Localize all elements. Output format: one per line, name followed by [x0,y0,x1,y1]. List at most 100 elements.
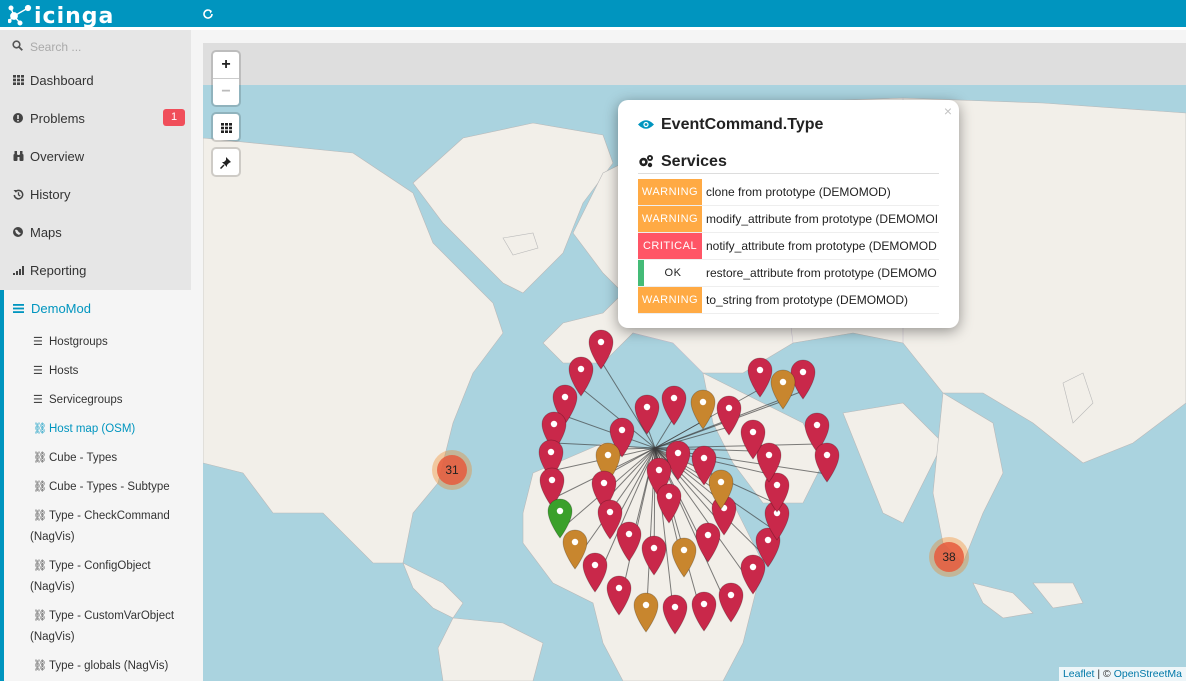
marker-cluster[interactable]: 31 [432,450,472,490]
sidebar-item-label: DemoMod [31,300,91,316]
sidebar-subitem-hosts[interactable]: ☰ Hosts [33,361,188,382]
sidebar-search [12,38,182,56]
map-marker-critical[interactable] [582,552,608,593]
service-row[interactable]: WARNING modify_attribute from prototype … [638,206,939,233]
top-bar: icinga [0,0,1186,30]
service-row[interactable]: WARNING clone from prototype (DEMOMOD) [638,179,939,206]
sidebar-subitem-type-globals[interactable]: ⛓ Type - globals (NagVis) [30,656,185,677]
map-marker-critical[interactable] [588,329,614,370]
map-marker-critical[interactable] [814,442,840,483]
sidebar-item-label: Problems [30,110,85,126]
cubes-icon: ⛓ [33,610,47,622]
map-marker-critical[interactable] [747,357,773,398]
service-name-link[interactable]: clone from prototype (DEMOMOD) [702,185,891,199]
zoom-out-button[interactable]: − [213,78,239,104]
logo-text: icinga [34,3,115,29]
state-badge-warning: WARNING [638,206,702,232]
sidebar-subitem-host-map[interactable]: ⛓ Host map (OSM) [33,419,188,440]
list-icon: ☰ [33,394,43,406]
map-attribution: Leaflet | © OpenStreetMa [1058,667,1186,681]
close-icon[interactable]: × [944,103,952,119]
cubes-icon: ⛓ [33,481,47,493]
menu-icon [13,301,31,316]
cubes-icon: ⛓ [33,452,47,464]
popup-services-heading: Services [638,153,727,171]
sidebar-subitem-hostgroups[interactable]: ☰ Hostgroups [33,332,188,353]
map-marker-critical[interactable] [740,554,766,595]
osm-link[interactable]: OpenStreetMa [1114,668,1182,680]
gears-icon [638,154,654,171]
bar-chart-icon [13,265,30,275]
sidebar-subitem-cube-types[interactable]: ⛓ Cube - Types [33,448,188,469]
cubes-icon: ⛓ [33,560,47,572]
sidebar-item-label: Maps [30,224,62,240]
sidebar-item-history[interactable]: History [13,184,185,204]
sidebar-item-label: Reporting [30,262,87,278]
map-marker-critical[interactable] [656,483,682,524]
pin-button[interactable] [213,149,239,175]
sidebar-item-label: History [30,186,71,202]
state-badge-critical: CRITICAL [638,233,702,259]
sidebar-item-overview[interactable]: Overview [13,146,185,166]
map-marker-warning[interactable] [671,537,697,578]
sidebar-subitem-type-customvarobject[interactable]: ⛓ Type - CustomVarObject (NagVis) [30,606,185,648]
services-list: WARNING clone from prototype (DEMOMOD) W… [638,179,939,314]
history-icon [13,189,30,200]
eye-icon [638,117,654,133]
map-marker-warning[interactable] [690,389,716,430]
service-name-link[interactable]: restore_attribute from prototype (DEMOMO [702,266,937,280]
popup-host-title[interactable]: EventCommand.Type [638,116,823,134]
search-input[interactable] [30,40,180,54]
grid-toggle-button[interactable] [213,114,239,140]
sidebar-subitem-type-checkcommand[interactable]: ⛓ Type - CheckCommand (NagVis) [30,506,185,548]
sidebar-item-reporting[interactable]: Reporting [13,260,185,280]
problems-count-badge: 1 [163,109,185,126]
cubes-icon: ⛓ [33,510,47,522]
service-row[interactable]: WARNING to_string from prototype (DEMOMO… [638,287,939,314]
map-marker-critical[interactable] [616,521,642,562]
list-icon: ☰ [33,365,43,377]
map-marker-critical[interactable] [662,594,688,635]
binoculars-icon [13,151,30,161]
sidebar-subitem-type-configobject[interactable]: ⛓ Type - ConfigObject (NagVis) [30,556,185,598]
map-marker-critical[interactable] [606,575,632,616]
service-row[interactable]: OK restore_attribute from prototype (DEM… [638,260,939,287]
map-marker-critical[interactable] [718,582,744,623]
sidebar-item-dashboard[interactable]: Dashboard [13,70,185,90]
sidebar-item-problems[interactable]: Problems 1 [13,108,185,128]
thumbtack-icon [219,156,231,169]
reload-icon[interactable] [202,8,216,22]
list-icon: ☰ [33,336,43,348]
divider [638,173,939,174]
sidebar-item-demomod[interactable]: DemoMod [13,298,91,318]
sidebar-subitem-cube-types-subtype[interactable]: ⛓ Cube - Types - Subtype [33,477,188,498]
leaflet-link[interactable]: Leaflet [1063,668,1095,680]
zoom-in-button[interactable]: + [213,52,239,78]
service-name-link[interactable]: notify_attribute from prototype (DEMOMOD [702,239,937,253]
map-marker-critical[interactable] [641,535,667,576]
service-row[interactable]: CRITICAL notify_attribute from prototype… [638,233,939,260]
sidebar-item-maps[interactable]: Maps [13,222,185,242]
cubes-icon: ⛓ [33,660,47,672]
search-icon [12,40,30,54]
popup-host-name: EventCommand.Type [661,116,824,133]
map-marker-critical[interactable] [661,385,687,426]
map-marker-critical[interactable] [634,394,660,435]
globe-icon [13,227,30,237]
sidebar-item-label: Dashboard [30,72,94,88]
service-name-link[interactable]: to_string from prototype (DEMOMOD) [702,293,908,307]
map-marker-critical[interactable] [691,591,717,632]
warning-circle-icon [13,113,30,123]
icinga-logo[interactable]: icinga [8,3,115,29]
zoom-control: + − [213,52,239,105]
logo-icon [8,4,32,26]
map-marker-warning[interactable] [770,369,796,410]
service-name-link[interactable]: modify_attribute from prototype (DEMOMOI [702,212,938,226]
marker-cluster[interactable]: 38 [929,537,969,577]
map-marker-warning[interactable] [633,592,659,633]
dashboard-icon [13,75,30,85]
grid-icon [220,122,232,133]
sidebar-subitem-servicegroups[interactable]: ☰ Servicegroups [33,390,188,411]
cubes-icon: ⛓ [33,423,47,435]
map-marker-critical[interactable] [695,522,721,563]
